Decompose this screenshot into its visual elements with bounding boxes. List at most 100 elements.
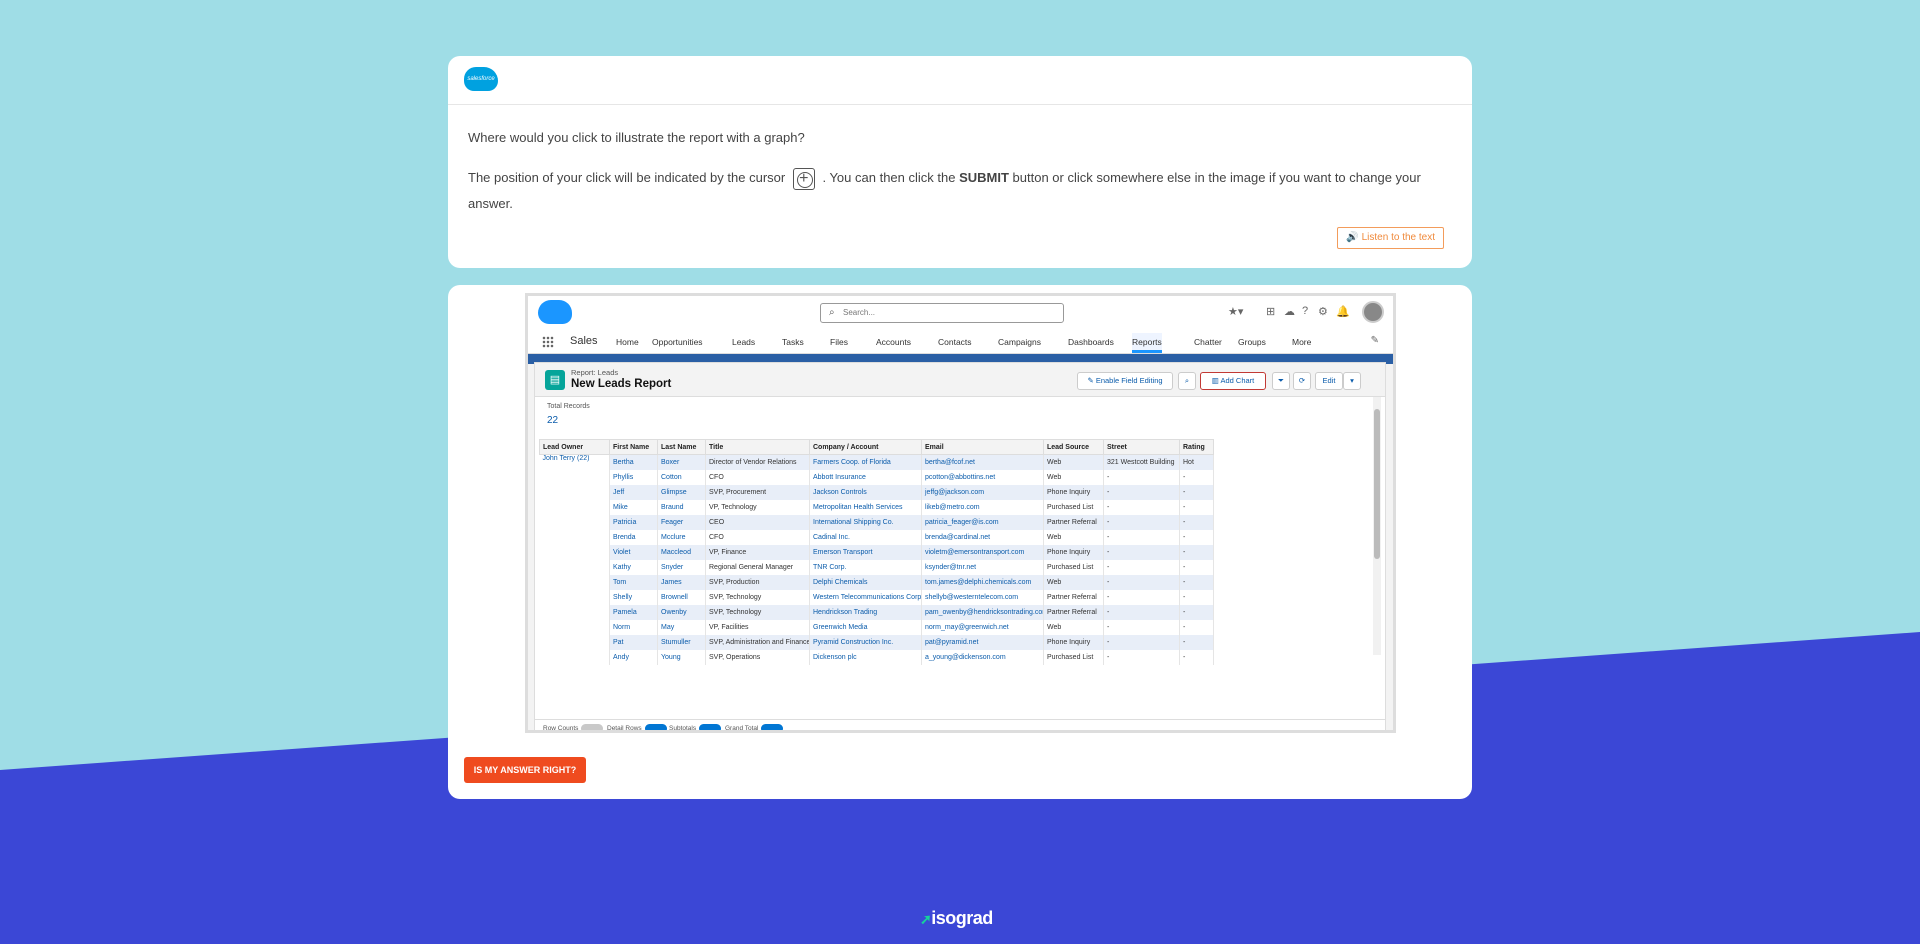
search-input[interactable]: Search... <box>820 303 1064 323</box>
table-cell[interactable]: Farmers Coop. of Florida <box>809 454 922 470</box>
avatar[interactable] <box>1362 301 1384 323</box>
table-cell[interactable]: Brenda <box>609 529 658 545</box>
lead-owner-cell[interactable]: John Terry (22) <box>539 454 610 665</box>
table-cell[interactable]: Dickenson plc <box>809 649 922 665</box>
table-cell[interactable]: Metropolitan Health Services <box>809 499 922 515</box>
table-cell[interactable]: likeb@metro.com <box>921 499 1044 515</box>
table-cell[interactable]: tom.james@delphi.chemicals.com <box>921 574 1044 590</box>
report-scrollbar[interactable] <box>1373 397 1381 655</box>
listen-button[interactable]: 🔊 Listen to the text <box>1337 227 1444 249</box>
column-header[interactable]: Lead Source <box>1043 439 1104 455</box>
edit-nav-icon[interactable]: ✎ <box>1371 335 1379 346</box>
table-cell[interactable]: pcotton@abbottins.net <box>921 469 1044 485</box>
table-cell[interactable]: Young <box>657 649 706 665</box>
nav-groups[interactable]: Groups <box>1238 337 1266 347</box>
column-header[interactable]: Title <box>705 439 810 455</box>
refresh-button[interactable]: ⟳ <box>1293 372 1311 390</box>
table-cell[interactable]: Hendrickson Trading <box>809 604 922 620</box>
table-cell[interactable]: bertha@fcof.net <box>921 454 1044 470</box>
table-cell[interactable]: Cotton <box>657 469 706 485</box>
table-cell[interactable]: brenda@cardinal.net <box>921 529 1044 545</box>
search-report-button[interactable]: ⌕ <box>1178 372 1196 390</box>
table-cell[interactable]: Maccleod <box>657 544 706 560</box>
table-cell[interactable]: jeffg@jackson.com <box>921 484 1044 500</box>
bell-icon[interactable]: 🔔 <box>1336 305 1350 318</box>
table-cell[interactable]: Cadinal Inc. <box>809 529 922 545</box>
trailhead-icon[interactable]: ☁ <box>1284 305 1295 318</box>
gear-icon[interactable]: ⚙ <box>1318 305 1328 318</box>
table-cell[interactable]: Greenwich Media <box>809 619 922 635</box>
table-cell[interactable]: pam_owenby@hendricksontrading.com <box>921 604 1044 620</box>
table-cell[interactable]: International Shipping Co. <box>809 514 922 530</box>
nav-campaigns[interactable]: Campaigns <box>998 337 1041 347</box>
table-cell[interactable]: Jeff <box>609 484 658 500</box>
table-cell[interactable]: Stumuller <box>657 634 706 650</box>
edit-menu-button[interactable]: ▾ <box>1343 372 1361 390</box>
salesforce-screenshot[interactable]: Search... ★▾ ⊞ ☁ ? ⚙ 🔔 Sales Home Opport… <box>525 293 1396 733</box>
column-header[interactable]: Lead Owner <box>539 439 610 455</box>
table-cell[interactable]: Owenby <box>657 604 706 620</box>
column-header[interactable]: Rating <box>1179 439 1214 455</box>
table-cell[interactable]: Feager <box>657 514 706 530</box>
table-cell[interactable]: Violet <box>609 544 658 560</box>
table-cell[interactable]: TNR Corp. <box>809 559 922 575</box>
help-icon[interactable]: ? <box>1302 305 1308 317</box>
grand-total-toggle[interactable]: Grand Total <box>725 724 784 730</box>
table-cell[interactable]: Snyder <box>657 559 706 575</box>
table-cell[interactable]: Glimpse <box>657 484 706 500</box>
nav-more[interactable]: More <box>1292 337 1311 347</box>
table-cell[interactable]: norm_may@greenwich.net <box>921 619 1044 635</box>
add-chart-button[interactable]: ▥ Add Chart <box>1200 372 1266 390</box>
table-cell[interactable]: violetm@emersontransport.com <box>921 544 1044 560</box>
table-cell[interactable]: Andy <box>609 649 658 665</box>
nav-reports[interactable]: Reports <box>1132 333 1162 353</box>
table-cell[interactable]: Bertha <box>609 454 658 470</box>
nav-opportunities[interactable]: Opportunities <box>652 337 703 347</box>
table-cell[interactable]: patricia_feager@is.com <box>921 514 1044 530</box>
row-counts-toggle[interactable]: Row Counts <box>543 724 604 730</box>
favorites-icon[interactable]: ★▾ <box>1228 305 1243 318</box>
nav-home[interactable]: Home <box>616 337 639 347</box>
table-cell[interactable]: Western Telecommunications Corp. <box>809 589 922 605</box>
table-cell[interactable]: Shelly <box>609 589 658 605</box>
table-cell[interactable]: James <box>657 574 706 590</box>
table-cell[interactable]: Norm <box>609 619 658 635</box>
nav-contacts[interactable]: Contacts <box>938 337 972 347</box>
app-launcher-icon[interactable] <box>542 336 554 348</box>
nav-leads[interactable]: Leads <box>732 337 755 347</box>
nav-tasks[interactable]: Tasks <box>782 337 804 347</box>
subtotals-toggle[interactable]: Subtotals <box>669 724 722 730</box>
table-cell[interactable]: Phyllis <box>609 469 658 485</box>
nav-files[interactable]: Files <box>830 337 848 347</box>
table-cell[interactable]: Delphi Chemicals <box>809 574 922 590</box>
nav-accounts[interactable]: Accounts <box>876 337 911 347</box>
table-cell[interactable]: Tom <box>609 574 658 590</box>
table-cell[interactable]: Pat <box>609 634 658 650</box>
table-cell[interactable]: Mike <box>609 499 658 515</box>
edit-button[interactable]: Edit <box>1315 372 1343 390</box>
table-cell[interactable]: ksynder@tnr.net <box>921 559 1044 575</box>
table-cell[interactable]: shellyb@westerntelecom.com <box>921 589 1044 605</box>
table-cell[interactable]: pat@pyramid.net <box>921 634 1044 650</box>
table-cell[interactable]: Pamela <box>609 604 658 620</box>
table-cell[interactable]: a_young@dickenson.com <box>921 649 1044 665</box>
nav-dashboards[interactable]: Dashboards <box>1068 337 1114 347</box>
table-cell[interactable]: Kathy <box>609 559 658 575</box>
table-cell[interactable]: Mcclure <box>657 529 706 545</box>
column-header[interactable]: Street <box>1103 439 1180 455</box>
column-header[interactable]: Email <box>921 439 1044 455</box>
column-header[interactable]: Last Name <box>657 439 706 455</box>
table-cell[interactable]: Boxer <box>657 454 706 470</box>
table-cell[interactable]: Abbott Insurance <box>809 469 922 485</box>
column-header[interactable]: Company / Account <box>809 439 922 455</box>
detail-rows-toggle[interactable]: Detail Rows <box>607 724 667 730</box>
enable-field-editing-button[interactable]: ✎ Enable Field Editing <box>1077 372 1173 390</box>
table-cell[interactable]: Pyramid Construction Inc. <box>809 634 922 650</box>
nav-chatter[interactable]: Chatter <box>1194 337 1222 347</box>
table-cell[interactable]: Emerson Transport <box>809 544 922 560</box>
table-cell[interactable]: Patricia <box>609 514 658 530</box>
table-cell[interactable]: Brownell <box>657 589 706 605</box>
filter-button[interactable]: ⏷ <box>1272 372 1290 390</box>
table-cell[interactable]: May <box>657 619 706 635</box>
table-cell[interactable]: Jackson Controls <box>809 484 922 500</box>
